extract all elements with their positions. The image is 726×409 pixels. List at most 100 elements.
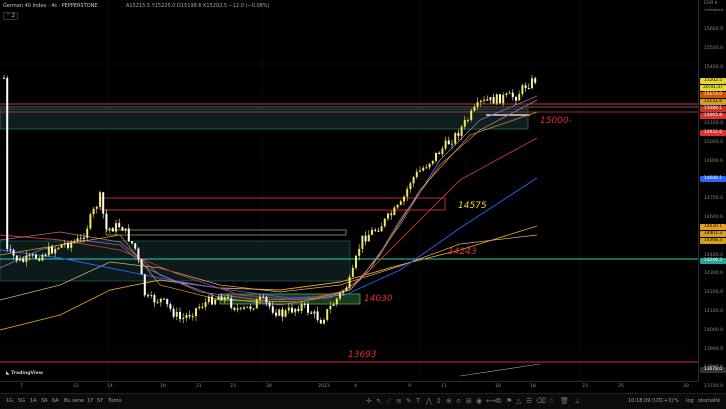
- price-label-badge: 20:41:37: [700, 85, 726, 91]
- lock-icon[interactable]: ⊞: [466, 397, 472, 405]
- price-tick: 14300.0: [704, 271, 723, 277]
- candle-body: [278, 309, 281, 316]
- timeframe-button[interactable]: 5G: [18, 398, 25, 404]
- timeframe-button[interactable]: 6A: [52, 398, 59, 404]
- candle-body: [393, 207, 396, 216]
- percent-toggle[interactable]: %: [674, 398, 679, 404]
- price-tick: 15400.0: [704, 64, 723, 70]
- timeframe-button[interactable]: 3A: [41, 398, 48, 404]
- candle-body: [15, 255, 18, 261]
- candle-body: [127, 228, 130, 242]
- candle-body: [185, 315, 188, 318]
- auto-scale-toggle[interactable]: otomatik: [698, 398, 720, 404]
- candle-body: [259, 296, 261, 300]
- candle-body: [31, 254, 34, 256]
- candle-body: [329, 305, 332, 310]
- candle-body: [243, 307, 245, 309]
- candle-body: [239, 307, 242, 309]
- trendline-icon[interactable]: ⟋: [386, 397, 391, 406]
- arrow-icon[interactable]: ↖: [376, 397, 382, 405]
- candle-body: [435, 152, 437, 161]
- trash-icon[interactable]: 🗑: [560, 397, 569, 405]
- candle-body: [371, 229, 373, 235]
- time-tick: 9: [408, 384, 411, 389]
- candle-body: [233, 307, 236, 310]
- candle-body: [447, 140, 450, 145]
- candle-body: [515, 97, 517, 101]
- price-label-badge: 14368.3: [700, 238, 726, 244]
- price-tick: 15100.0: [704, 121, 723, 126]
- candle-body: [118, 223, 121, 228]
- price-tick: 14400.0: [704, 252, 723, 258]
- candle-body: [467, 119, 469, 121]
- candle-body: [172, 308, 175, 317]
- candle-body: [268, 302, 271, 307]
- candle-body: [102, 192, 105, 214]
- magnet-icon[interactable]: ∩: [456, 397, 461, 405]
- candle-body: [57, 247, 60, 249]
- price-tick: 14600.0: [704, 215, 723, 220]
- pattern-icon[interactable]: ⋀: [426, 397, 432, 405]
- candle-body: [486, 99, 489, 101]
- time-tick: 2023: [318, 384, 330, 389]
- candle-body: [502, 94, 505, 104]
- candle-body: [505, 93, 508, 95]
- timeframe-button[interactable]: 1G: [6, 398, 13, 404]
- price-chart[interactable]: [0, 0, 698, 381]
- cursor-icon[interactable]: ✛: [366, 397, 372, 405]
- chart-type-icon[interactable]: ⟂: [575, 397, 580, 406]
- measure-icon[interactable]: ↕: [436, 397, 442, 405]
- symbol-title[interactable]: German 40 Index · 4s · PEPPERSTONE: [3, 3, 98, 9]
- chart-canvas[interactable]: German 40 Index · 4s · PEPPERSTONE A1521…: [0, 0, 698, 381]
- price-axis[interactable]: EUR ▾ Unlabeled 15600.015500.015400.0153…: [698, 0, 726, 408]
- ohlc-readout: A15215.5 Y15225.0 D15198.6 K15202.5 −12.…: [126, 3, 270, 9]
- annotation-14243: 14243: [448, 247, 477, 257]
- candle-body: [163, 298, 165, 300]
- candle-body: [230, 298, 233, 308]
- stack-icon[interactable]: ⧉: [496, 397, 501, 406]
- candle-body: [345, 287, 348, 292]
- collapse-indicators-button[interactable]: ⌃ 2: [3, 12, 18, 20]
- candle-body: [451, 143, 453, 145]
- candle-body: [518, 94, 521, 101]
- candle-body: [140, 259, 143, 275]
- candle-body: [457, 133, 460, 136]
- timeframe-button[interactable]: Bu sene: [64, 398, 84, 404]
- timeframe-button[interactable]: 5Y: [97, 398, 103, 404]
- eye-icon[interactable]: ◉: [476, 397, 482, 405]
- timeframe-button[interactable]: 1A: [30, 398, 37, 404]
- candle-body: [76, 238, 79, 242]
- candle-body: [351, 267, 354, 277]
- timeframe-button[interactable]: Tümü: [108, 398, 122, 404]
- candle-body: [137, 248, 140, 260]
- candle-body: [147, 295, 149, 297]
- shape-icon[interactable]: △: [516, 397, 521, 405]
- ruler-icon[interactable]: ⟷: [486, 397, 496, 405]
- text-icon[interactable]: T: [416, 397, 420, 405]
- currency-selector[interactable]: EUR ▾: [704, 1, 717, 6]
- candle-body: [86, 228, 89, 238]
- layers-icon[interactable]: ☰: [526, 397, 532, 405]
- timeframe-button[interactable]: 1Y: [87, 398, 93, 404]
- candle-body: [166, 298, 169, 305]
- eraser-icon[interactable]: ⌫: [536, 397, 546, 405]
- alert-icon[interactable]: ⚑: [506, 397, 512, 405]
- candle-body: [175, 312, 178, 317]
- zoom-icon[interactable]: ⊕: [446, 397, 452, 405]
- brush-icon[interactable]: ✎: [406, 397, 412, 405]
- candle-body: [44, 254, 47, 256]
- log-toggle[interactable]: log: [686, 398, 694, 404]
- candle-body: [284, 310, 287, 317]
- candle-body: [207, 296, 210, 303]
- star-icon[interactable]: ☆: [548, 397, 554, 405]
- volume-label: Unlabeled: [704, 7, 724, 12]
- bottom-toolbar: 1G 5G 1A 3A 6A Bu sene 1Y 5Y Tümü ✛ ↖ ⟋ ≡ ✎ T ⋀ …: [0, 393, 726, 409]
- candle-body: [156, 302, 159, 304]
- candle-body: [179, 312, 181, 319]
- candle-body: [169, 304, 172, 309]
- candle-body: [355, 255, 357, 268]
- candle-body: [25, 255, 28, 262]
- candle-body: [262, 296, 265, 298]
- candle-body: [431, 160, 434, 164]
- fib-icon[interactable]: ≡: [396, 397, 402, 405]
